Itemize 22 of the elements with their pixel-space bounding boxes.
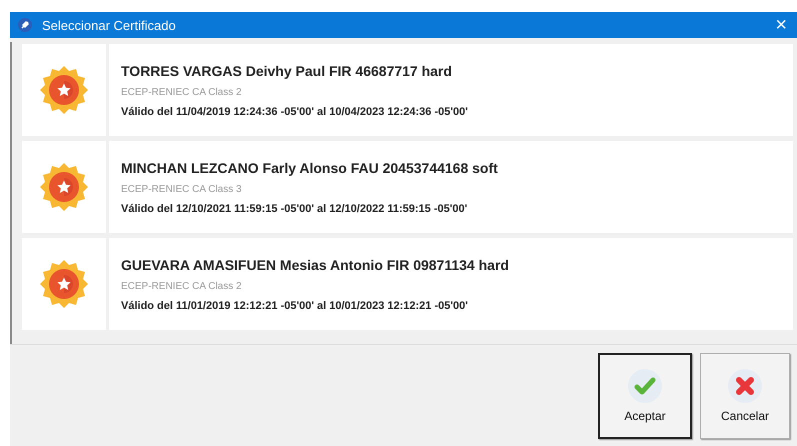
certificate-item[interactable]: GUEVARA AMASIFUEN Mesias Antonio FIR 09871134 hard ECEP-RENIEC CA Class 2 Válido del 11/01/2019 12:12:21 -05'00' al 10/01/2023 12:12:21 -05'00'	[22, 238, 793, 330]
window-title: Seleccionar Certificado	[42, 18, 177, 32]
certificate-badge-icon	[38, 161, 90, 213]
app-icon	[18, 18, 32, 32]
certificate-validity: Válido del 12/10/2021 11:59:15 -05'00' al 12/10/2022 11:59:15 -05'00'	[121, 202, 468, 214]
checkmark-icon	[628, 368, 662, 402]
certificate-validity: Válido del 11/04/2019 12:24:36 -05'00' al 10/04/2023 12:24:36 -05'00'	[121, 106, 468, 118]
certificate-validity: Válido del 11/01/2019 12:12:21 -05'00' al 10/01/2023 12:12:21 -05'00'	[121, 300, 469, 312]
cancel-button[interactable]: Cancelar	[700, 352, 790, 438]
certificate-badge-icon	[38, 64, 90, 116]
certificate-name: GUEVARA AMASIFUEN Mesias Antonio FIR 09871134 hard	[121, 256, 509, 272]
certificate-item[interactable]: MINCHAN LEZCANO Farly Alonso FAU 20453744168 soft ECEP-RENIEC CA Class 3 Válido del 12/10/2021 11:59:15 -05'00' al 12/10/2022 11:59:15 -05'00'	[22, 141, 793, 233]
close-button[interactable]: ×	[773, 15, 789, 35]
certificate-item[interactable]: TORRES VARGAS Deivhy Paul FIR 46687717 hard ECEP-RENIEC CA Class 2 Válido del 11/04/2019 12:24:36 -05'00' al 10/04/2023 12:24:36 -05'00'	[22, 44, 793, 136]
accept-button[interactable]: Aceptar	[598, 352, 692, 438]
certificate-badge-icon	[38, 258, 90, 310]
cross-icon	[728, 368, 762, 402]
certificate-issuer: ECEP-RENIEC CA Class 2	[121, 280, 243, 292]
certificate-name: TORRES VARGAS Deivhy Paul FIR 46687717 hard	[121, 62, 453, 78]
certificate-issuer: ECEP-RENIEC CA Class 2	[121, 86, 243, 98]
certificate-issuer: ECEP-RENIEC CA Class 3	[121, 184, 243, 194]
certificate-name: MINCHAN LEZCANO Farly Alonso FAU 20453744168 soft	[121, 160, 498, 176]
